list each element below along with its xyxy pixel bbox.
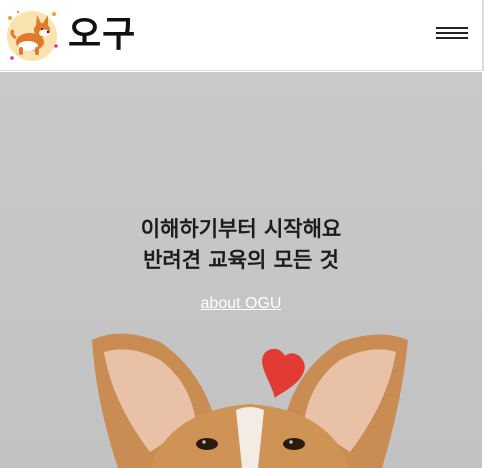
menu-line (436, 37, 468, 39)
hero-section: 이해하기부터 시작해요 반려견 교육의 모든 것 about OGU (0, 72, 482, 468)
hamburger-menu-icon[interactable] (436, 24, 468, 42)
corgi-logo-icon (7, 10, 58, 61)
menu-line (436, 32, 468, 34)
hero-title-line: 이해하기부터 시작해요 (140, 217, 342, 241)
logo-link[interactable]: 오구 (4, 6, 144, 66)
site-header: 오구 (0, 0, 484, 71)
about-link[interactable]: about OGU (201, 295, 282, 312)
logo-text: 오구 (68, 14, 137, 55)
about-link-wrapper: about OGU (0, 294, 482, 314)
hero-title-line: 반려견 교육의 모든 것 (143, 248, 339, 272)
menu-line (436, 27, 468, 29)
hero-title: 이해하기부터 시작해요 반려견 교육의 모든 것 (0, 214, 482, 276)
